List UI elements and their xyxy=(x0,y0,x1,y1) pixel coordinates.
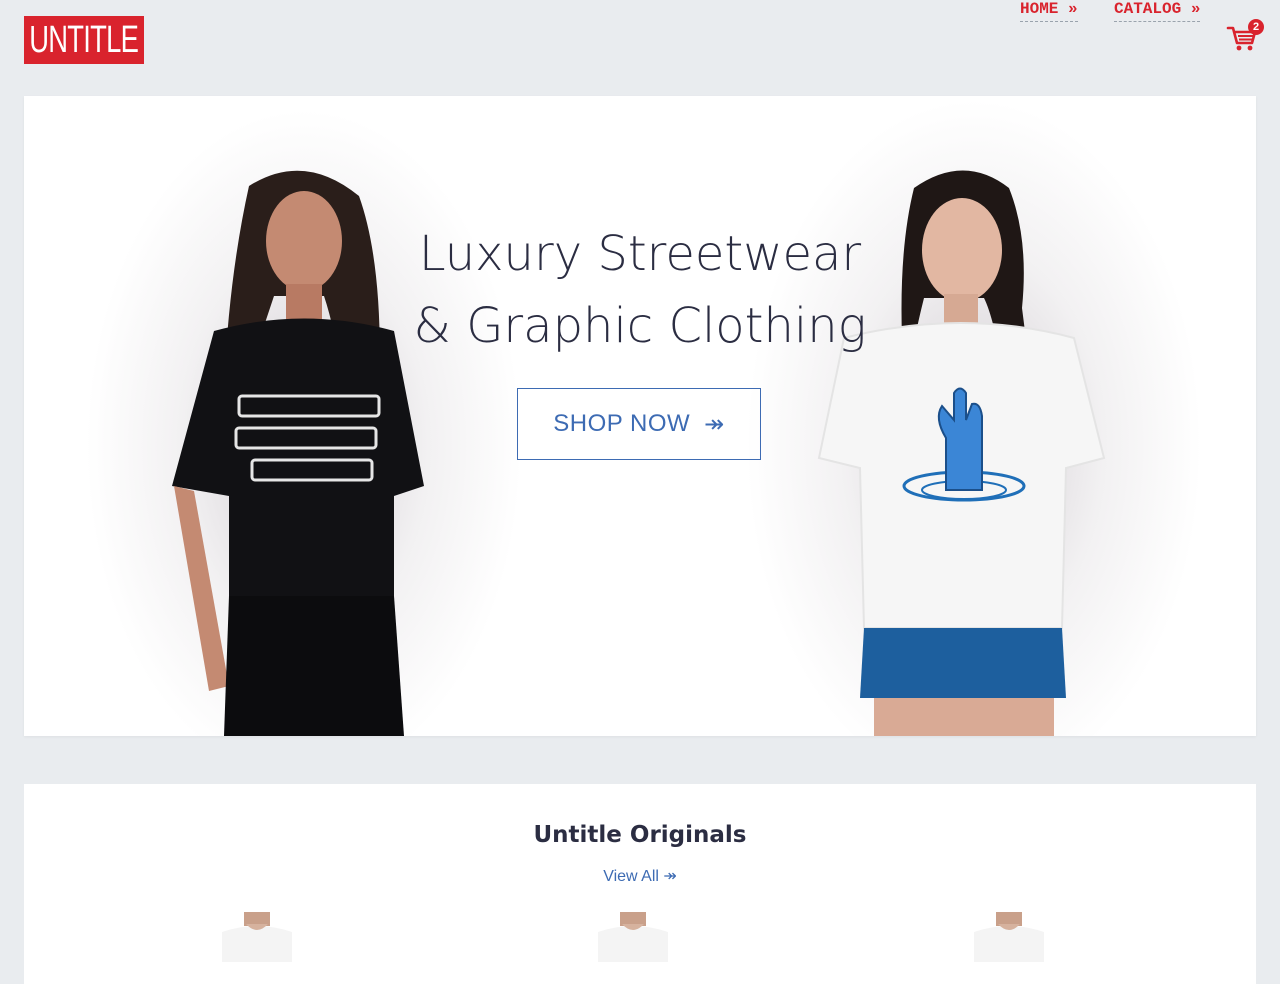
product-thumbnail[interactable] xyxy=(598,912,668,962)
product-thumbnail[interactable] xyxy=(222,912,292,962)
section-title: Untitle Originals xyxy=(533,822,747,848)
hero-title-line2: & Graphic Clothing xyxy=(413,298,867,354)
product-thumbnail[interactable] xyxy=(974,912,1044,962)
brand-logo-text: UNTITLE xyxy=(29,19,140,61)
view-all-link[interactable]: View All ↠ xyxy=(24,866,1256,886)
hero-title-line1: Luxury Streetwear xyxy=(418,226,862,282)
arrow-right-icon: ↠ xyxy=(704,410,725,438)
nav-home-link[interactable]: HOME » xyxy=(1020,0,1078,22)
originals-section: Untitle Originals View All ↠ xyxy=(24,784,1256,984)
hero-banner: Luxury Streetwear & Graphic Clothing SHO… xyxy=(24,96,1256,736)
hero-title: Luxury Streetwear & Graphic Clothing xyxy=(24,218,1256,362)
brand-logo[interactable]: UNTITLE xyxy=(24,16,144,64)
shop-now-button[interactable]: SHOP NOW ↠ xyxy=(517,388,761,460)
nav-catalog-link[interactable]: CATALOG » xyxy=(1114,0,1201,22)
shop-now-label: SHOP NOW xyxy=(553,410,691,437)
cart-count-badge: 2 xyxy=(1248,19,1264,35)
